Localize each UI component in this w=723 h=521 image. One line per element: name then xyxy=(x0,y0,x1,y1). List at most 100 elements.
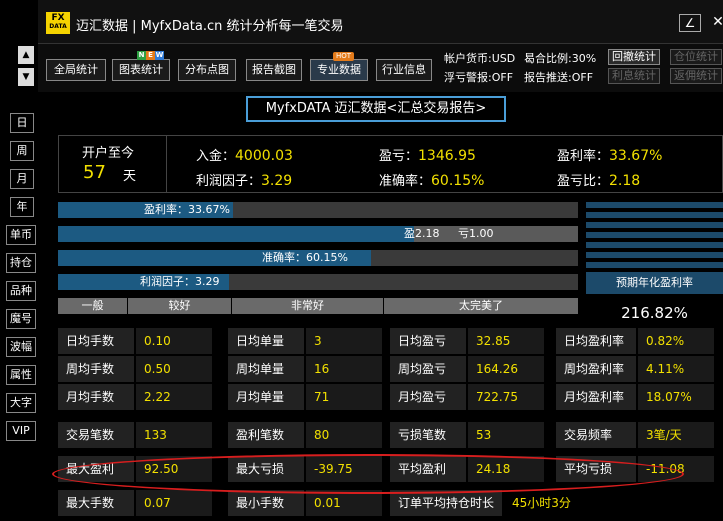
tool-positions[interactable]: 持仓 xyxy=(6,253,36,273)
pl-ratio-bar: 盈2.18 亏1.00 xyxy=(58,226,578,242)
annual-return-value: 216.82% xyxy=(621,304,688,322)
timeframe-month[interactable]: 月 xyxy=(10,169,34,189)
new-badge: NEW xyxy=(135,51,166,60)
stat-label: 最大盈利 xyxy=(58,456,134,482)
btn-industry-info[interactable]: 行业信息 xyxy=(376,59,432,81)
stat-value: 32.85 xyxy=(468,328,544,354)
accuracy-bar-label: 准确率：60.15% xyxy=(262,251,348,264)
btn-pro-data[interactable]: HOT 专业数据 xyxy=(310,52,368,81)
pl-ratio-value: 2.18 xyxy=(609,173,641,189)
report-push[interactable]: 报告推送:OFF xyxy=(524,69,593,85)
stat-label: 交易频率 xyxy=(556,422,636,448)
profit-factor-value: 3.29 xyxy=(261,173,293,189)
stat-label: 盈利笔数 xyxy=(228,422,304,448)
stat-label: 最大亏损 xyxy=(228,456,304,482)
stat-label: 亏损笔数 xyxy=(390,422,466,448)
timeframe-year[interactable]: 年 xyxy=(10,197,34,217)
stat-value: 3笔/天 xyxy=(638,422,714,448)
stat-value: 0.07 xyxy=(136,490,212,516)
timeframe-week[interactable]: 周 xyxy=(10,141,34,161)
stat-value: 92.50 xyxy=(136,456,212,482)
btn-report-screenshot[interactable]: 报告截图 xyxy=(246,59,302,81)
tool-attributes[interactable]: 属性 xyxy=(6,365,36,385)
btn-withdraw-stats[interactable]: 回撤统计 xyxy=(608,49,660,65)
stat-value: 18.07% xyxy=(638,384,714,410)
tool-vip[interactable]: VIP xyxy=(6,421,36,441)
hot-badge: HOT xyxy=(333,52,355,61)
accuracy-value: 60.15% xyxy=(431,173,485,189)
open-days-value: 57 xyxy=(83,162,106,183)
tool-single-currency[interactable]: 单币 xyxy=(6,225,36,245)
scroll-down-button[interactable]: ▼ xyxy=(18,68,34,86)
stat-value: -39.75 xyxy=(306,456,382,482)
deposit-label: 入金： xyxy=(196,149,236,164)
scroll-up-button[interactable]: ▲ xyxy=(18,46,34,64)
stat-value: -11.08 xyxy=(638,456,714,482)
profit-rate-label: 盈利率： xyxy=(557,149,610,164)
stat-value: 0.50 xyxy=(136,356,212,382)
stat-value: 164.26 xyxy=(468,356,544,382)
minimize-button[interactable]: ∠ xyxy=(679,14,701,32)
annual-stripe xyxy=(586,222,723,228)
pl-ratio-label: 盈亏比： xyxy=(557,174,610,189)
timeframe-day[interactable]: 日 xyxy=(10,113,34,133)
left-sidebar: ▲ ▼ 日 周 月 年 单币 持仓 品种 魔号 波幅 属性 大字 VIP xyxy=(0,0,38,521)
stat-label: 日均手数 xyxy=(58,328,134,354)
app-title: 迈汇数据 | MyfxData.cn 统计分析每一笔交易 xyxy=(76,19,344,34)
stat-label: 交易笔数 xyxy=(58,422,134,448)
stat-label: 日均盈亏 xyxy=(390,328,466,354)
stat-value: 45小时3分 xyxy=(504,490,584,516)
grade-good: 较好 xyxy=(128,298,232,314)
stat-value: 16 xyxy=(306,356,382,382)
table-row: 交易笔数 133 盈利笔数 80 亏损笔数 53 交易频率 3笔/天 xyxy=(58,422,723,450)
stat-label: 周均单量 xyxy=(228,356,304,382)
toolbar: 全局统计 NEW 图表统计 分布点图 报告截图 HOT 专业数据 行业信息 帐户… xyxy=(38,44,723,92)
btn-global-stats[interactable]: 全局统计 xyxy=(46,59,106,81)
stat-value: 722.75 xyxy=(468,384,544,410)
btn-chart-stats[interactable]: NEW 图表统计 xyxy=(112,51,170,81)
account-currency: 帐户货币:USD xyxy=(444,52,516,65)
btn-position-stats[interactable]: 仓位统计 xyxy=(670,49,722,65)
btn-report-screenshot-label: 报告截图 xyxy=(252,63,296,76)
btn-chart-stats-label: 图表统计 xyxy=(119,63,163,76)
btn-interest-stats[interactable]: 利息统计 xyxy=(608,68,660,84)
grade-very-good: 非常好 xyxy=(232,298,384,314)
close-button[interactable]: ✕ xyxy=(707,14,723,32)
tool-volatility[interactable]: 波幅 xyxy=(6,337,36,357)
annual-return-panel: 预期年化盈利率 216.82% xyxy=(586,202,723,332)
tool-large-font[interactable]: 大字 xyxy=(6,393,36,413)
stat-label: 平均亏损 xyxy=(556,456,636,482)
report-panel: MyfxDATA 迈汇数据<汇总交易报告> 开户至今 57 天 入金：4000.… xyxy=(38,92,723,521)
table-row: 最大盈利 92.50 最大亏损 -39.75 平均盈利 24.18 平均亏损 -… xyxy=(58,456,723,484)
annual-stripe xyxy=(586,242,723,248)
btn-distribution-plot[interactable]: 分布点图 xyxy=(178,59,236,81)
stat-value: 0.01 xyxy=(306,490,382,516)
btn-distribution-plot-label: 分布点图 xyxy=(185,63,229,76)
stat-label: 最小手数 xyxy=(228,490,304,516)
btn-global-stats-label: 全局统计 xyxy=(54,63,98,76)
deposit-value: 4000.03 xyxy=(235,148,293,164)
stat-value: 4.11% xyxy=(638,356,714,382)
stat-value: 3 xyxy=(306,328,382,354)
btn-industry-info-label: 行业信息 xyxy=(382,63,426,76)
new-badge-w: W xyxy=(155,51,164,60)
pl-ratio-bar-fill xyxy=(58,226,414,242)
stat-label: 月均盈利率 xyxy=(556,384,636,410)
btn-rebate-stats[interactable]: 返佣统计 xyxy=(670,68,722,84)
tool-symbols[interactable]: 品种 xyxy=(6,281,36,301)
app-logo: FX DATA xyxy=(46,12,70,34)
table-row: 周均手数 0.50 周均单量 16 周均盈亏 164.26 周均盈利率 4.11… xyxy=(58,356,723,384)
stat-value: 80 xyxy=(306,422,382,448)
logo-fx: FX xyxy=(51,13,65,23)
annual-stripe xyxy=(586,232,723,238)
tool-magic-number[interactable]: 魔号 xyxy=(6,309,36,329)
stat-label: 最大手数 xyxy=(58,490,134,516)
stat-label: 日均单量 xyxy=(228,328,304,354)
table-row: 日均手数 0.10 日均单量 3 日均盈亏 32.85 日均盈利率 0.82% xyxy=(58,328,723,356)
stat-label: 日均盈利率 xyxy=(556,328,636,354)
stat-label: 月均手数 xyxy=(58,384,134,410)
float-loss-alert[interactable]: 浮亏警报:OFF xyxy=(444,69,513,85)
open-days-unit: 天 xyxy=(123,169,137,184)
stat-value: 0.82% xyxy=(638,328,714,354)
btn-pro-data-label: 专业数据 xyxy=(317,63,361,76)
